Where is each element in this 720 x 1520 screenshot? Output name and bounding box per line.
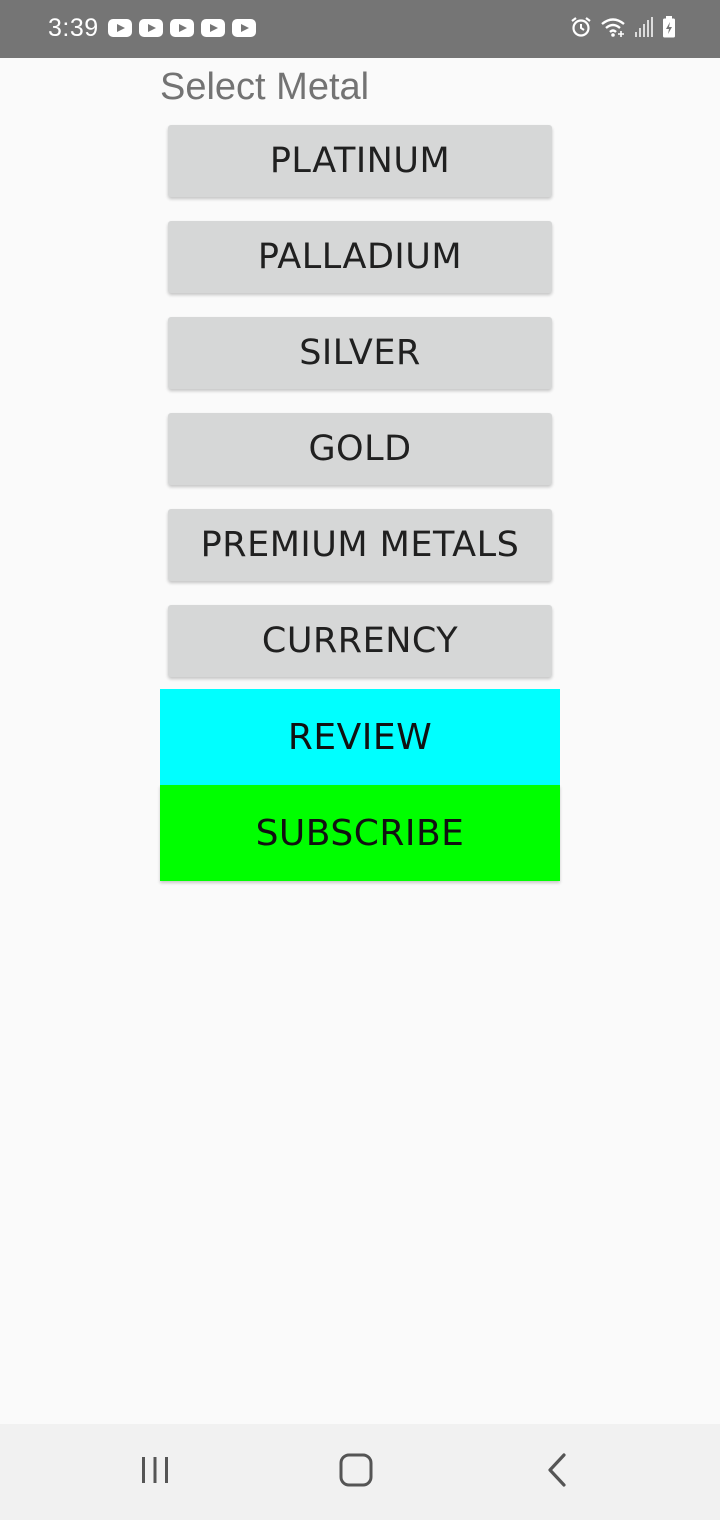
- currency-button[interactable]: CURRENCY: [168, 605, 552, 677]
- home-button[interactable]: [296, 1424, 416, 1520]
- recents-button[interactable]: [95, 1424, 215, 1520]
- palladium-button[interactable]: PALLADIUM: [168, 221, 552, 293]
- system-icons: [570, 16, 676, 43]
- youtube-icon: [139, 19, 163, 37]
- youtube-icon: [201, 19, 225, 37]
- silver-button[interactable]: SILVER: [168, 317, 552, 389]
- platinum-button[interactable]: PLATINUM: [168, 125, 552, 197]
- home-icon: [339, 1453, 373, 1492]
- review-button[interactable]: REVIEW: [160, 689, 560, 785]
- wifi-icon: [600, 16, 626, 43]
- battery-charging-icon: [662, 16, 676, 43]
- back-icon: [545, 1452, 569, 1493]
- recents-icon: [139, 1454, 171, 1491]
- page-title: Select Metal: [160, 66, 370, 108]
- youtube-icon: [108, 19, 132, 37]
- signal-icon: [634, 16, 654, 43]
- status-bar: 3:39: [0, 0, 720, 58]
- youtube-icon: [232, 19, 256, 37]
- notification-icons: [108, 19, 256, 37]
- alarm-icon: [570, 16, 592, 43]
- premium-metals-button[interactable]: PREMIUM METALS: [168, 509, 552, 581]
- back-button[interactable]: [497, 1424, 617, 1520]
- navigation-bar: [0, 1424, 720, 1520]
- youtube-icon: [170, 19, 194, 37]
- status-time: 3:39: [48, 14, 99, 42]
- subscribe-button[interactable]: SUBSCRIBE: [160, 785, 560, 881]
- gold-button[interactable]: GOLD: [168, 413, 552, 485]
